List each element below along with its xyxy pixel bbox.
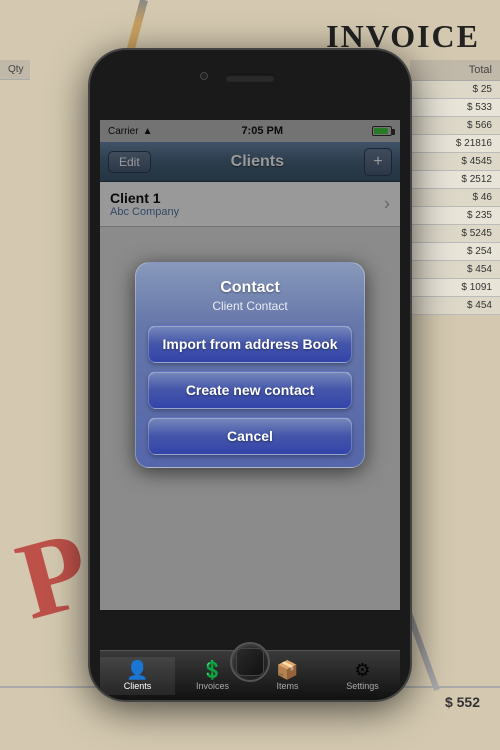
modal-overlay: Contact Client Contact Import from addre… — [100, 120, 400, 610]
phone-device: Carrier ▲ 7:05 PM Edit Clients + Client … — [90, 50, 410, 700]
modal-dialog: Contact Client Contact Import from addre… — [135, 262, 365, 468]
table-cell: $ 254 — [410, 243, 500, 261]
table-cell: $ 1091 — [410, 279, 500, 297]
tab-items-label: Items — [276, 681, 298, 691]
import-contact-button[interactable]: Import from address Book — [148, 325, 352, 363]
tab-clients-label: Clients — [124, 681, 152, 691]
tab-settings[interactable]: ⚙ Settings — [325, 657, 400, 695]
table-cell: $ 454 — [410, 297, 500, 315]
paid-stamp: P — [7, 513, 100, 637]
tab-clients[interactable]: 👤 Clients — [100, 657, 175, 695]
modal-subtitle: Client Contact — [148, 299, 352, 313]
total-header: Total — [410, 60, 500, 81]
tab-settings-label: Settings — [346, 681, 379, 691]
table-cell: $ 454 — [410, 261, 500, 279]
phone-speaker — [225, 74, 275, 82]
settings-icon: ⚙ — [354, 661, 370, 679]
home-button[interactable] — [230, 642, 270, 682]
phone-camera — [200, 72, 208, 80]
table-cell: $ 4545 — [410, 153, 500, 171]
create-contact-button[interactable]: Create new contact — [148, 371, 352, 409]
home-button-inner — [236, 648, 264, 676]
table-cell: $ 46 — [410, 189, 500, 207]
clients-icon: 👤 — [126, 661, 148, 679]
qty-header: Qty — [0, 60, 30, 80]
table-cell: $ 5245 — [410, 225, 500, 243]
table-cell: $ 235 — [410, 207, 500, 225]
modal-title: Contact — [148, 279, 352, 297]
qty-column: Qty — [0, 60, 30, 80]
tab-invoices-label: Invoices — [196, 681, 229, 691]
table-cell: $ 2512 — [410, 171, 500, 189]
table-cell: $ 21816 — [410, 135, 500, 153]
cancel-button[interactable]: Cancel — [148, 417, 352, 455]
phone-screen: Carrier ▲ 7:05 PM Edit Clients + Client … — [100, 120, 400, 610]
table-cell: $ 25 — [410, 81, 500, 99]
items-icon: 📦 — [276, 661, 298, 679]
total-amount: $ 552 — [445, 694, 480, 710]
table-cell: $ 566 — [410, 117, 500, 135]
invoices-icon: 💲 — [201, 661, 223, 679]
total-column: Total $ 25 $ 533 $ 566 $ 21816 $ 4545 $ … — [410, 60, 500, 315]
table-cell: $ 533 — [410, 99, 500, 117]
